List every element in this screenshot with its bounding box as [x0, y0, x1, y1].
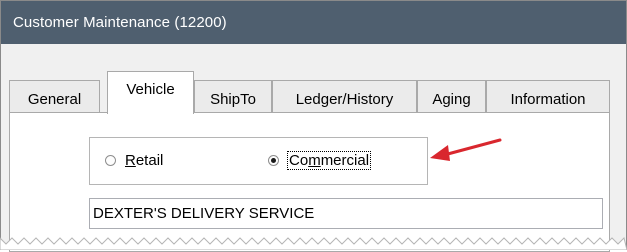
customer-name-field[interactable]: DEXTER'S DELIVERY SERVICE	[89, 198, 603, 229]
annotation-arrow-icon	[430, 138, 502, 161]
commercial-radio-label: Commercial	[286, 151, 372, 170]
tab-ledger-history[interactable]: Ledger/History	[272, 80, 417, 114]
window-title: Customer Maintenance (12200)	[13, 14, 227, 31]
radio-circle-icon	[105, 155, 116, 166]
radio-circle-selected-icon	[268, 155, 279, 166]
title-bar[interactable]: Customer Maintenance (12200)	[1, 1, 626, 44]
tab-label: ShipTo	[210, 91, 256, 108]
customer-maintenance-window: Customer Maintenance (12200) General Veh…	[0, 0, 627, 252]
tab-aging[interactable]: Aging	[417, 80, 486, 114]
tab-label: Vehicle	[126, 81, 175, 98]
tab-information[interactable]: Information	[486, 80, 610, 114]
commercial-radio[interactable]: Commercial	[268, 151, 372, 170]
tab-vehicle[interactable]: Vehicle	[107, 71, 194, 114]
tab-shipto[interactable]: ShipTo	[194, 80, 272, 114]
tab-label: General	[27, 91, 82, 108]
retail-radio[interactable]: Retail	[105, 152, 163, 169]
tab-label: Aging	[432, 91, 471, 108]
tab-label: Information	[510, 91, 586, 108]
retail-radio-label: Retail	[125, 152, 164, 169]
tab-label: Ledger/History	[295, 91, 394, 108]
tab-general[interactable]: General	[9, 80, 100, 114]
torn-edge	[0, 237, 627, 250]
